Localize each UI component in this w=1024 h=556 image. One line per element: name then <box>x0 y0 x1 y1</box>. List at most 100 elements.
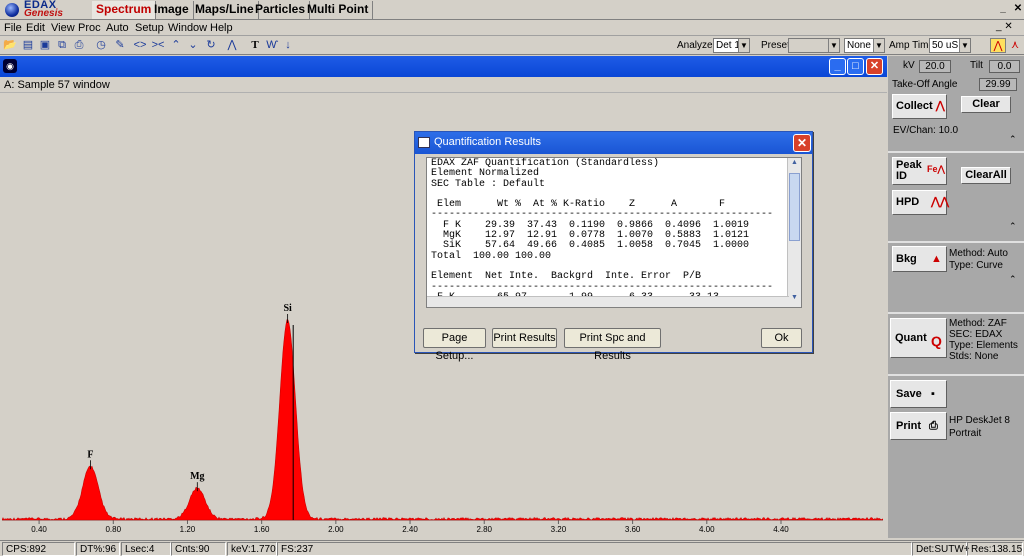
menu-setup[interactable]: Setup <box>135 22 164 34</box>
menu-window-controls[interactable]: _ ✕ <box>996 21 1022 34</box>
results-text: EDAX ZAF Quantification (Standardless) E… <box>431 158 774 302</box>
x-tick-label: 0.80 <box>105 525 121 534</box>
kv-field[interactable]: 20.0 <box>919 60 951 73</box>
analyzer-label: Analyzer <box>677 40 716 51</box>
dialog-icon <box>418 137 430 148</box>
label-tool-icon[interactable]: Ⱳ <box>265 38 279 53</box>
scroll-down-icon[interactable]: ▼ <box>789 294 800 306</box>
compress-horizontal-icon[interactable]: >< <box>151 38 165 53</box>
print-button[interactable]: Print ⎙ <box>890 412 947 440</box>
quant-sec: SEC: EDAX <box>949 329 1003 340</box>
text-tool-icon[interactable]: T <box>248 38 262 53</box>
clear-button[interactable]: Clear <box>961 96 1011 113</box>
x-tick-label: 3.60 <box>625 525 641 534</box>
close-icon[interactable]: ✕ <box>866 58 883 75</box>
quantification-dialog: Quantification Results ✕ EDAX ZAF Quanti… <box>414 131 813 362</box>
x-tick-label: 0.40 <box>31 525 47 534</box>
menu-edit[interactable]: Edit <box>26 22 45 34</box>
open-spectrum-icon[interactable]: ▤ <box>21 38 35 53</box>
printer-icon: ⎙ <box>929 420 938 432</box>
spectrum-window-titlebar: ◉ _ □ ✕ <box>0 56 887 77</box>
save-icon[interactable]: ▣ <box>38 38 52 53</box>
menu-bar: File Edit View Proc Auto Setup Window He… <box>0 20 1024 36</box>
expand-up-icon[interactable]: ⌃ <box>169 38 183 53</box>
quant-section: Quant Q Method: ZAF SEC: EDAX Type: Eleme… <box>888 314 1024 376</box>
app-minimize-icon[interactable]: _ <box>996 2 1010 16</box>
peak-id-icon: Fe⋀ <box>927 164 945 174</box>
x-tick-label: 1.20 <box>180 525 196 534</box>
bkg-button[interactable]: Bkg ▲ <box>892 246 947 272</box>
toolbar: 📂 ▤ ▣ ⧉ ⎙ ◷ ✎ <> >< ⌃ ⌄ ↻ ⋀ T Ⱳ ↓ Analyz… <box>0 37 1024 55</box>
status-cnts: Cnts:90 <box>171 542 226 556</box>
arrow-tool-icon[interactable]: ↓ <box>281 38 295 53</box>
print-icon[interactable]: ⎙ <box>72 38 86 53</box>
ok-button[interactable]: Ok <box>761 328 802 348</box>
tilt-label: Tilt <box>970 60 983 71</box>
reset-scale-icon[interactable]: ↻ <box>204 38 218 53</box>
save-label: Save <box>896 388 922 400</box>
marker-icon[interactable]: ✎ <box>113 38 127 53</box>
preset-select[interactable]: ▼ <box>788 38 840 53</box>
spectrum-window-title: A: Sample 57 window <box>0 78 887 93</box>
bkg-method: Method: Auto <box>949 248 1008 259</box>
hpd-icon: ⋀⋀ <box>931 196 950 208</box>
collect-button[interactable]: Collect ⋀ <box>892 94 947 119</box>
minimize-icon[interactable]: _ <box>829 58 846 75</box>
peak-id-label: Peak ID <box>896 159 922 182</box>
scroll-up-icon[interactable]: ▲ <box>789 159 800 171</box>
menu-window[interactable]: Window <box>168 22 207 34</box>
expand-toggle-icon[interactable]: ⌃ <box>1009 221 1017 232</box>
spectrum-view-icon[interactable]: ⋀ <box>990 38 1006 53</box>
control-panel: kV 20.0 Tilt 0.0 Take-Off Angle 29.99 Co… <box>888 56 1024 538</box>
save-button[interactable]: Save ▪ <box>890 380 947 408</box>
page-setup-button[interactable]: Page Setup... <box>423 328 486 362</box>
tab-multi-point[interactable]: Multi Point <box>303 1 374 19</box>
vertical-scrollbar[interactable]: ▲ ▼ <box>787 158 801 307</box>
quant-label: Quant <box>895 332 927 344</box>
window-icon: ◉ <box>3 59 17 73</box>
spectrum-icon: ⋀ <box>932 100 945 112</box>
menu-proc[interactable]: Proc <box>78 22 101 34</box>
amp-time-select[interactable]: 50 uS ▼ <box>929 38 971 53</box>
quant-button[interactable]: Quant Q <box>890 318 947 358</box>
menu-help[interactable]: Help <box>210 22 233 34</box>
expand-horizontal-icon[interactable]: <> <box>133 38 147 53</box>
x-tick-label: 3.20 <box>551 525 567 534</box>
clear-all-button[interactable]: ClearAll <box>961 167 1011 184</box>
analyzer-select[interactable]: Det 1 ▼ <box>713 38 750 53</box>
status-dt: DT%:96 <box>76 542 120 556</box>
menu-file[interactable]: File <box>4 22 22 34</box>
overlay-spectrum-icon[interactable]: ⋀ <box>225 38 239 53</box>
tab-maps-line[interactable]: Maps/Line <box>191 1 259 19</box>
maximize-icon[interactable]: □ <box>847 58 864 75</box>
tab-particles[interactable]: Particles <box>251 1 311 19</box>
scroll-thumb[interactable] <box>789 173 800 241</box>
close-icon[interactable]: ✕ <box>793 134 811 152</box>
expand-toggle-icon[interactable]: ⌃ <box>1009 134 1017 145</box>
takeoff-field[interactable]: 29.99 <box>979 78 1017 91</box>
peak-id-section: Peak ID Fe⋀ ClearAll HPD ⋀⋀ ⌃ <box>888 153 1024 243</box>
preset-label: Preset <box>761 40 790 51</box>
print-results-button[interactable]: Print Results <box>492 328 557 348</box>
menu-auto[interactable]: Auto <box>106 22 129 34</box>
status-lsec: Lsec:4 <box>121 542 171 556</box>
preset-unit-select[interactable]: None ▼ <box>844 38 885 53</box>
copy-icon[interactable]: ⧉ <box>55 38 69 53</box>
menu-view[interactable]: View <box>51 22 75 34</box>
tilt-field[interactable]: 0.0 <box>989 60 1020 73</box>
tab-spectrum[interactable]: Spectrum <box>92 1 157 19</box>
hpd-button[interactable]: HPD ⋀⋀ <box>892 190 950 215</box>
x-tick-label: 4.00 <box>699 525 715 534</box>
open-icon[interactable]: 📂 <box>3 38 17 53</box>
tab-image[interactable]: Image <box>150 1 194 19</box>
peak-view-icon[interactable]: ⋏ <box>1008 38 1022 53</box>
expand-toggle-icon[interactable]: ⌃ <box>1009 274 1017 285</box>
horizontal-scrollbar[interactable] <box>427 296 789 307</box>
print-spc-results-button[interactable]: Print Spc and Results <box>564 328 661 362</box>
results-textbox[interactable]: EDAX ZAF Quantification (Standardless) E… <box>426 157 802 308</box>
app-close-icon[interactable]: ✕ <box>1011 2 1024 16</box>
timer-icon[interactable]: ◷ <box>94 38 108 53</box>
peak-id-button[interactable]: Peak ID Fe⋀ <box>892 157 947 185</box>
expand-down-icon[interactable]: ⌄ <box>186 38 200 53</box>
status-bar: CPS:892 DT%:96 Lsec:4 Cnts:90 keV:1.770 … <box>0 540 1024 556</box>
